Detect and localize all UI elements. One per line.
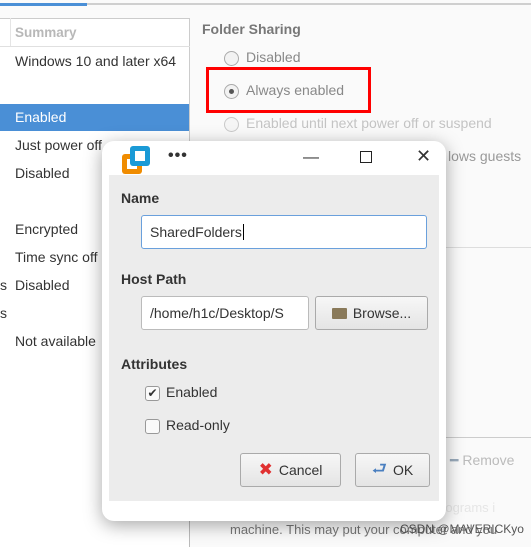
name-value: SharedFolders	[150, 224, 242, 240]
readonly-checkbox[interactable]	[145, 419, 160, 434]
summary-row[interactable]: Encrypted	[15, 221, 78, 237]
cancel-button[interactable]: ✖ Cancel	[240, 453, 341, 487]
summary-row[interactable]: Just power off	[15, 137, 102, 153]
remove-label: Remove	[462, 452, 515, 468]
radio-enabled-until-power-off[interactable]	[224, 117, 239, 132]
left-fragment: s	[0, 277, 7, 293]
attributes-label: Attributes	[121, 356, 188, 372]
active-tab-indicator	[0, 3, 87, 6]
enabled-label: Enabled	[166, 384, 218, 400]
name-label: Name	[121, 190, 160, 206]
ok-button[interactable]: ⮐ OK	[355, 453, 430, 487]
name-input[interactable]: SharedFolders	[141, 215, 427, 249]
summary-row[interactable]: Windows 10 and later x64	[15, 53, 176, 69]
cancel-label: Cancel	[278, 462, 323, 478]
maximize-button[interactable]	[360, 151, 372, 163]
partial-text: lows guests	[448, 148, 522, 164]
summary-row[interactable]: Enabled	[15, 109, 66, 125]
radio-disabled[interactable]	[224, 51, 239, 66]
highlight-annotation	[206, 67, 371, 113]
divider	[446, 437, 531, 438]
summary-row[interactable]: Disabled	[15, 277, 69, 293]
summary-column-header[interactable]: Summary	[15, 25, 77, 40]
host-path-input[interactable]: /home/h1c/Desktop/S	[141, 296, 309, 330]
radio-label: Enabled until next power off or suspend	[246, 115, 492, 131]
left-fragment: s	[0, 305, 7, 321]
summary-row[interactable]: Time sync off	[15, 249, 97, 265]
radio-label: Disabled	[246, 49, 301, 65]
folder-sharing-title: Folder Sharing	[202, 21, 301, 37]
divider	[446, 247, 531, 248]
folder-icon	[331, 307, 347, 319]
remove-button[interactable]: ━ Remove	[450, 452, 514, 469]
dialog-body: Name SharedFolders Host Path /home/h1c/D…	[109, 175, 439, 501]
close-button[interactable]: ✕	[416, 146, 431, 167]
header-separator	[10, 18, 11, 46]
return-arrow-icon: ⮐	[371, 458, 388, 478]
tab-bar-line	[0, 3, 531, 6]
summary-row[interactable]: Not available	[15, 333, 96, 349]
watermark: CSDN @MAVERICKyo	[400, 522, 524, 536]
header-divider	[0, 46, 190, 47]
summary-row[interactable]: Disabled	[15, 165, 69, 181]
browse-label: Browse...	[352, 305, 412, 321]
virtualbox-logo-icon	[122, 146, 150, 174]
cancel-x-icon: ✖	[258, 460, 273, 479]
minus-icon: ━	[450, 452, 463, 468]
minimize-button[interactable]: —	[303, 149, 319, 167]
shared-folder-dialog: ••• — ✕ Name SharedFolders Host Path /ho…	[102, 141, 446, 521]
dialog-title: •••	[168, 147, 188, 164]
ok-label: OK	[393, 462, 414, 478]
browse-button[interactable]: Browse...	[315, 296, 428, 330]
enabled-checkbox[interactable]: ✔	[145, 386, 160, 401]
host-path-label: Host Path	[121, 271, 187, 287]
readonly-label: Read-only	[166, 417, 230, 433]
